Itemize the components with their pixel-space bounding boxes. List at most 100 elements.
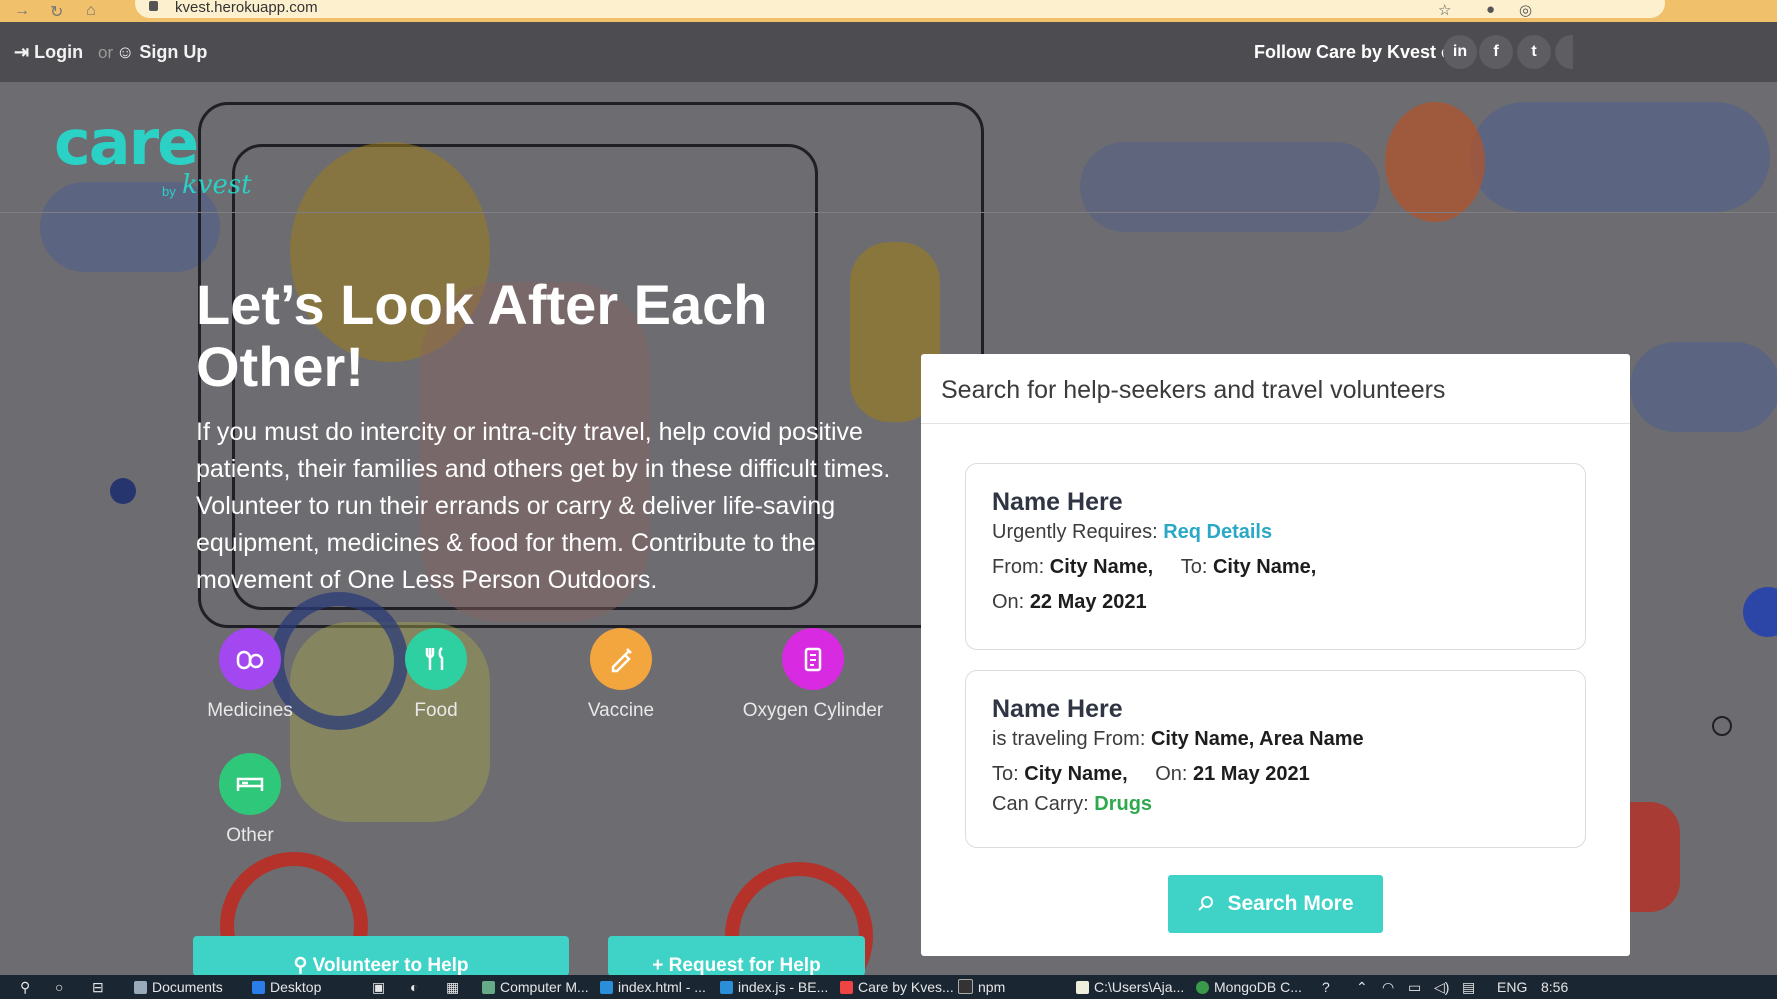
person-icon: ⚲	[293, 955, 308, 975]
hero-description: If you must do intercity or intra-city t…	[196, 418, 891, 594]
to-date-row: To: City Name, On: 21 May 2021	[992, 763, 1310, 786]
taskbar-item-label: index.html - ...	[618, 979, 706, 995]
to-value: City Name,	[1024, 763, 1128, 785]
taskbar-item[interactable]: index.js - BE...	[720, 979, 828, 995]
category-food[interactable]: Food	[361, 628, 511, 722]
help-icon[interactable]: ?	[1322, 979, 1330, 995]
facebook-icon[interactable]: f	[1479, 35, 1513, 69]
address-bar[interactable]: kvest.herokuapp.com	[135, 0, 1665, 18]
edge-icon[interactable]: ◐	[410, 979, 418, 995]
signup-label: Sign Up	[139, 42, 208, 62]
logo-by-text: by	[162, 184, 176, 199]
taskbar-item[interactable]: C:\Users\Aja...	[1076, 979, 1184, 995]
from-value: City Name,	[1049, 556, 1154, 578]
category-label: Other	[226, 825, 274, 846]
help-seeker-card[interactable]: Name Here Urgently Requires: Req Details…	[965, 463, 1586, 650]
lock-icon	[149, 1, 158, 11]
linkedin-icon[interactable]: in	[1443, 35, 1477, 69]
category-label: Medicines	[207, 700, 293, 721]
clock[interactable]: 8:56	[1541, 979, 1568, 995]
cortana-icon[interactable]: ○	[55, 979, 63, 995]
task-view-icon[interactable]: ⊟	[92, 979, 104, 996]
login-link[interactable]: ⇥ Login	[14, 42, 83, 63]
travel-from-value: City Name, Area Name	[1150, 728, 1364, 750]
on-label: On:	[992, 591, 1025, 613]
from-label: From:	[992, 556, 1045, 578]
taskbar-item[interactable]: Desktop	[252, 979, 321, 995]
chrome-icon	[840, 981, 853, 994]
search-icon	[1198, 896, 1214, 911]
to-value: City Name,	[1212, 556, 1317, 578]
taskbar-item-label: Computer M...	[500, 979, 589, 995]
taskbar-item-label: Documents	[152, 979, 223, 995]
reload-icon[interactable]: ↻	[50, 2, 63, 22]
category-oxygen[interactable]: Oxygen Cylinder	[733, 628, 893, 722]
panel-divider	[921, 423, 1630, 424]
taskbar-item[interactable]: Documents	[134, 979, 223, 995]
category-other-circle	[219, 753, 281, 815]
wifi-icon[interactable]: ◠	[1382, 979, 1394, 996]
tray-chevron-icon[interactable]: ⌃	[1356, 979, 1368, 996]
taskbar-item-label: Care by Kves...	[858, 979, 954, 995]
taskbar-item-label: index.js - BE...	[738, 979, 829, 995]
category-vaccine[interactable]: Vaccine	[546, 628, 696, 722]
category-medicines[interactable]: Medicines	[175, 628, 325, 722]
route-row: From: City Name, To: City Name,	[992, 556, 1316, 579]
search-more-button[interactable]: Search More	[1168, 875, 1383, 933]
bookmark-star-icon[interactable]: ☆	[1438, 1, 1451, 19]
plus-icon: +	[652, 955, 664, 975]
requires-row: Urgently Requires: Req Details	[992, 521, 1272, 544]
store-icon[interactable]: ▣	[372, 979, 385, 996]
care-logo[interactable]: care by kvest	[54, 106, 252, 200]
hero-headline: Let’s Look After Each Other!	[196, 273, 768, 398]
notepad-icon	[1076, 981, 1089, 994]
home-icon[interactable]: ⌂	[86, 2, 96, 20]
category-vaccine-circle	[590, 628, 652, 690]
extension-icon[interactable]: ●	[1486, 1, 1495, 18]
volunteer-button[interactable]: ⚲ Volunteer to Help	[193, 936, 569, 975]
category-label: Food	[414, 700, 458, 721]
volume-icon[interactable]: ◁)	[1434, 979, 1449, 996]
signup-link[interactable]: ☺ Sign Up	[116, 42, 207, 63]
taskbar-item[interactable]: index.html - ...	[600, 979, 706, 995]
req-details-link[interactable]: Req Details	[1163, 521, 1272, 543]
date-row: On: 22 May 2021	[992, 591, 1147, 614]
keyboard-icon[interactable]: ▤	[1462, 979, 1475, 996]
category-other[interactable]: Other	[175, 753, 325, 847]
app-icon[interactable]: ▦	[446, 979, 459, 996]
hero-section: care by kvest Let’s Look After Each Othe…	[0, 82, 1777, 975]
on-label: On:	[1155, 763, 1188, 785]
category-label: Oxygen Cylinder	[742, 700, 884, 721]
illustration-figure	[1385, 102, 1485, 222]
taskbar-item[interactable]: Computer M...	[482, 979, 589, 995]
mongodb-icon	[1196, 981, 1209, 994]
terminal-icon	[958, 979, 973, 994]
bed-icon	[236, 777, 264, 791]
login-icon: ⇥	[14, 42, 30, 62]
taskbar-item[interactable]: Care by Kves...	[840, 979, 954, 995]
taskbar-item-label: npm	[978, 979, 1006, 995]
taskbar-item[interactable]: npm	[958, 979, 1005, 995]
forward-icon[interactable]: →	[14, 2, 30, 20]
twitter-icon[interactable]: t	[1517, 35, 1551, 69]
syringe-icon	[611, 648, 632, 673]
request-help-button[interactable]: + Request for Help	[608, 936, 865, 975]
carry-value: Drugs	[1094, 793, 1153, 815]
url-text: kvest.herokuapp.com	[175, 0, 318, 16]
cloud-decoration	[1080, 142, 1380, 232]
taskbar-item[interactable]: MongoDB C...	[1196, 979, 1302, 995]
battery-icon[interactable]: ▭	[1408, 979, 1421, 996]
or-text: or	[98, 43, 114, 62]
search-icon[interactable]: ⚲	[20, 979, 30, 996]
volunteer-card[interactable]: Name Here is traveling From: City Name, …	[965, 670, 1586, 848]
category-label: Vaccine	[587, 700, 655, 721]
header-divider	[0, 212, 1777, 213]
dot-decoration	[110, 478, 136, 504]
instagram-icon[interactable]	[1555, 35, 1573, 69]
windows-taskbar: ⚲ ○ ⊟ Documents Desktop ▣ ◐ ▦ Computer M…	[0, 975, 1777, 999]
logo-care-text: care	[54, 106, 199, 179]
profile-icon[interactable]: ◎	[1519, 1, 1532, 19]
language-indicator[interactable]: ENG	[1497, 979, 1527, 995]
login-label: Login	[34, 42, 84, 62]
browser-toolbar: → ↻ ⌂ kvest.herokuapp.com ☆ ● ◎	[0, 0, 1777, 22]
